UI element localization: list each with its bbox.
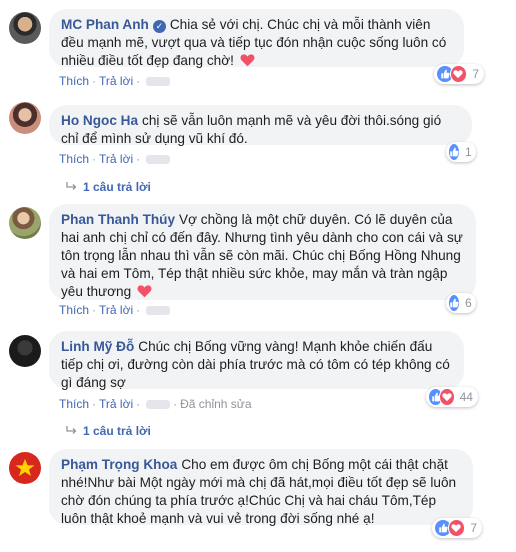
- separator-dot: ·: [92, 152, 97, 166]
- reaction-summary[interactable]: 6: [446, 293, 476, 313]
- verified-badge-icon: ✓: [152, 20, 166, 33]
- reply-arrow-icon: [66, 182, 77, 190]
- replies-count-label[interactable]: 1 câu trả lời: [83, 180, 151, 194]
- separator-dot: ·: [92, 74, 97, 88]
- separator-dot: ·: [136, 152, 141, 166]
- avatar[interactable]: [9, 102, 41, 134]
- timestamp-redacted: [146, 306, 171, 315]
- reaction-summary[interactable]: 1: [446, 142, 476, 162]
- timestamp-redacted: [146, 155, 171, 164]
- comment-bubble: Linh Mỹ Đỗ Chúc chị Bống vững vàng! Mạnh …: [49, 331, 464, 390]
- reaction-summary[interactable]: 44: [426, 387, 478, 407]
- commenter-name[interactable]: MC Phan Anh: [61, 17, 149, 32]
- heart-emoji-icon: [137, 285, 152, 298]
- avatar[interactable]: [9, 12, 41, 44]
- comment-actions: Thích · Trả lời ·: [59, 74, 171, 88]
- separator-dot: ·: [136, 397, 141, 411]
- like-reaction-icon: [448, 294, 460, 312]
- reply-arrow-icon: [66, 426, 77, 434]
- reaction-count: 1: [465, 145, 472, 159]
- comment-bubble: Phạm Trọng Khoa Cho em được ôm chị Bống m…: [49, 449, 473, 526]
- separator-dot: ·: [173, 397, 178, 411]
- avatar[interactable]: [9, 335, 41, 367]
- comment-bubble: Phan Thanh Thúy Vợ chồng là một chữ duyên…: [49, 204, 476, 300]
- separator-dot: ·: [136, 74, 141, 88]
- love-reaction-icon: [447, 519, 466, 537]
- view-replies-link[interactable]: 1 câu trả lời: [66, 180, 151, 194]
- reaction-summary[interactable]: 7: [434, 64, 484, 84]
- reaction-summary[interactable]: 7: [432, 518, 482, 538]
- like-link[interactable]: Thích: [59, 74, 89, 88]
- like-link[interactable]: Thích: [59, 397, 89, 411]
- reaction-count: 7: [472, 67, 479, 81]
- comment-bubble: Ho Ngoc Ha chị sẽ vẫn luôn mạnh mẽ và yêu…: [49, 105, 472, 146]
- reply-link[interactable]: Trả lời: [99, 152, 133, 166]
- view-replies-link[interactable]: 1 câu trả lời: [66, 424, 151, 438]
- commenter-name[interactable]: Phan Thanh Thúy: [61, 212, 175, 227]
- separator-dot: ·: [136, 303, 141, 317]
- comment-actions: Thích · Trả lời ·: [59, 152, 171, 166]
- heart-emoji-icon: [240, 54, 255, 67]
- commenter-name[interactable]: Linh Mỹ Đỗ: [61, 339, 134, 354]
- reply-link[interactable]: Trả lời: [99, 303, 133, 317]
- separator-dot: ·: [92, 303, 97, 317]
- comment-bubble: MC Phan Anh ✓ Chia sẻ với chị. Chúc chị và…: [49, 9, 464, 68]
- reaction-count: 7: [470, 521, 477, 535]
- love-reaction-icon: [439, 388, 455, 406]
- flag-star-icon: [15, 459, 35, 476]
- reaction-count: 6: [465, 296, 472, 310]
- separator-dot: ·: [92, 397, 97, 411]
- reaction-count: 44: [459, 390, 473, 404]
- like-link[interactable]: Thích: [59, 152, 89, 166]
- like-reaction-icon: [448, 143, 460, 161]
- replies-count-label[interactable]: 1 câu trả lời: [83, 424, 151, 438]
- edited-label[interactable]: Đã chỉnh sửa: [180, 397, 251, 411]
- timestamp-redacted: [146, 400, 171, 409]
- timestamp-redacted: [146, 77, 171, 86]
- love-reaction-icon: [449, 65, 468, 83]
- comment-actions: Thích · Trả lời · · Đã chỉnh sửa: [59, 397, 252, 411]
- like-link[interactable]: Thích: [59, 303, 89, 317]
- avatar[interactable]: [9, 207, 41, 239]
- commenter-name[interactable]: Ho Ngoc Ha: [61, 113, 138, 128]
- commenter-name[interactable]: Phạm Trọng Khoa: [61, 457, 177, 472]
- avatar[interactable]: [9, 452, 41, 484]
- comment-actions: Thích · Trả lời ·: [59, 303, 171, 317]
- reply-link[interactable]: Trả lời: [99, 74, 133, 88]
- reply-link[interactable]: Trả lời: [99, 397, 133, 411]
